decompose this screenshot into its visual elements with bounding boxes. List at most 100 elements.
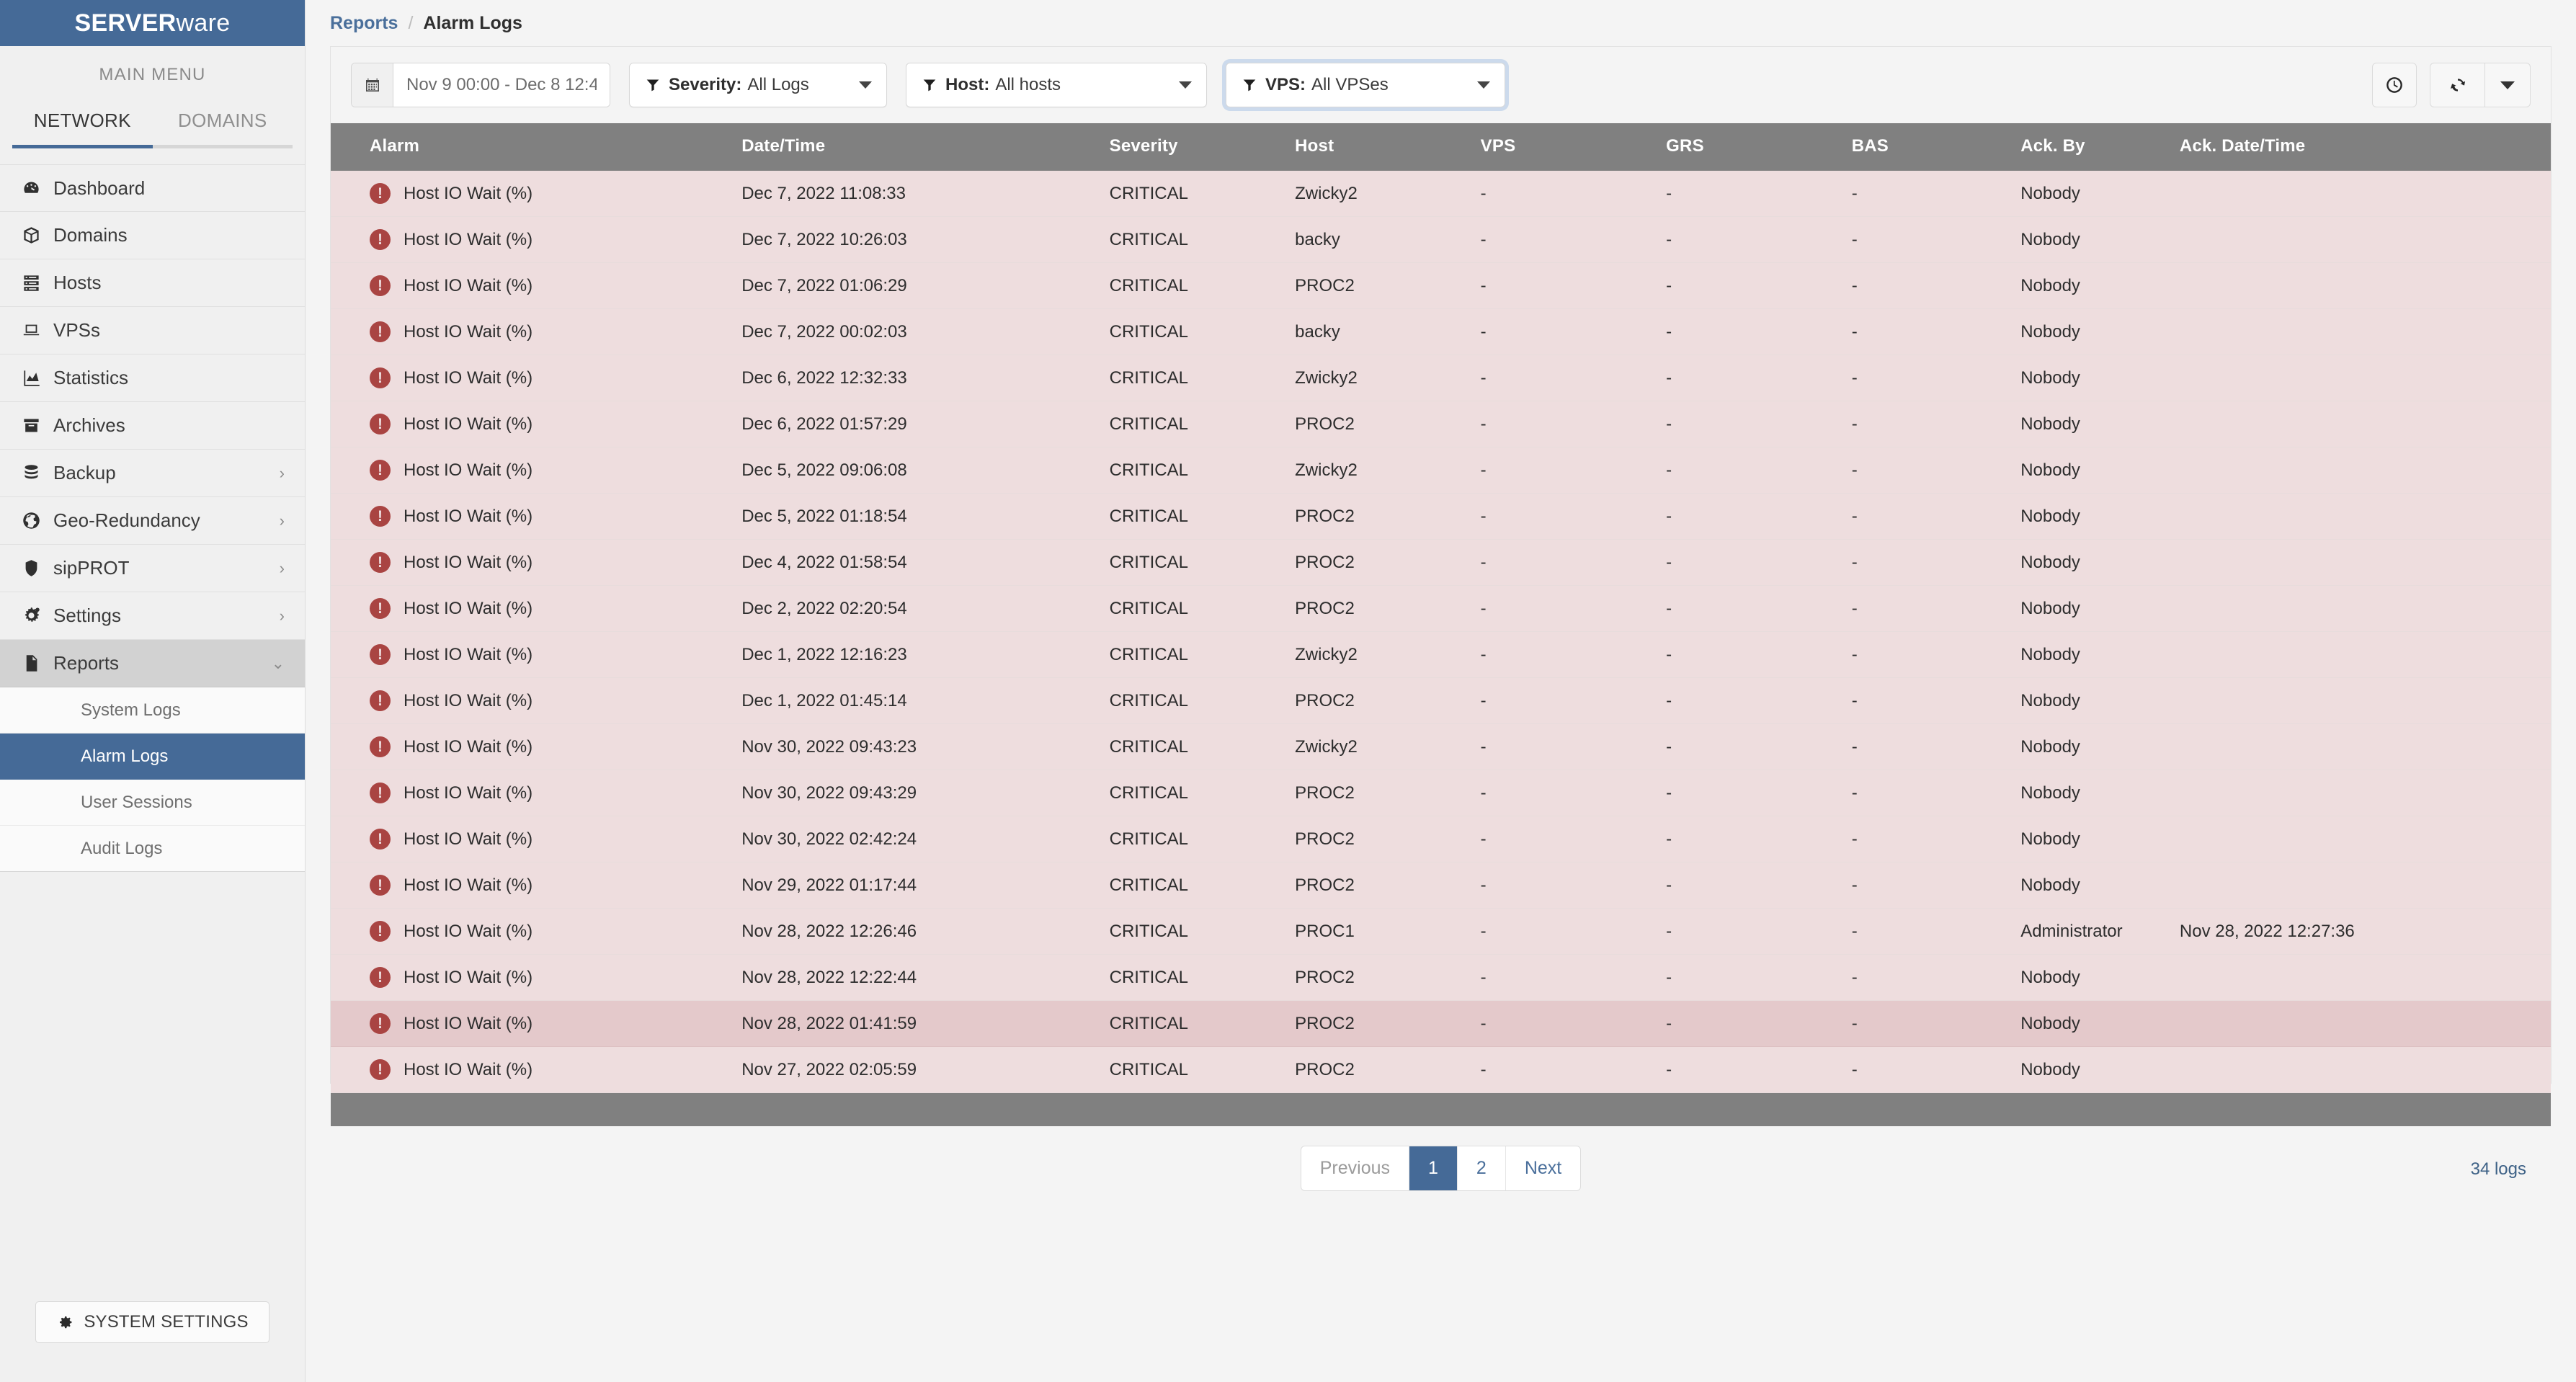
pagination-page-2[interactable]: 2: [1458, 1146, 1506, 1190]
log-count-label[interactable]: 34 logs: [2471, 1159, 2526, 1180]
critical-alert-icon: [370, 460, 391, 481]
cell-host: PROC2: [1295, 494, 1481, 540]
table-row[interactable]: Host IO Wait (%)Nov 28, 2022 01:41:59CRI…: [331, 1001, 2551, 1047]
table-row[interactable]: Host IO Wait (%)Dec 5, 2022 09:06:08CRIT…: [331, 447, 2551, 494]
cell-ack-datetime: [2180, 447, 2551, 494]
column-header-bas[interactable]: BAS: [1852, 123, 2021, 171]
brand-header[interactable]: SERVERware: [0, 0, 305, 46]
cell-host: PROC2: [1295, 1047, 1481, 1093]
sidebar-item-hosts[interactable]: Hosts: [0, 259, 305, 307]
refresh-button[interactable]: [2430, 63, 2485, 107]
table-row[interactable]: Host IO Wait (%)Dec 2, 2022 02:20:54CRIT…: [331, 586, 2551, 632]
cell-ack-by: Nobody: [2020, 447, 2180, 494]
table-row[interactable]: Host IO Wait (%)Nov 30, 2022 09:43:23CRI…: [331, 724, 2551, 770]
sidebar-item-vpss[interactable]: VPSs: [0, 307, 305, 355]
cell-bas: -: [1852, 263, 2021, 309]
cell-host: PROC2: [1295, 1001, 1481, 1047]
cell-alarm: Host IO Wait (%): [331, 217, 741, 263]
table-row[interactable]: Host IO Wait (%)Dec 4, 2022 01:58:54CRIT…: [331, 540, 2551, 586]
table-row[interactable]: Host IO Wait (%)Dec 6, 2022 12:32:33CRIT…: [331, 355, 2551, 401]
table-row[interactable]: Host IO Wait (%)Nov 30, 2022 02:42:24CRI…: [331, 816, 2551, 862]
cell-ack-by: Nobody: [2020, 770, 2180, 816]
table-row[interactable]: Host IO Wait (%)Nov 30, 2022 09:43:29CRI…: [331, 770, 2551, 816]
host-filter-dropdown[interactable]: Host: All hosts: [906, 63, 1207, 107]
sidebar-item-archives[interactable]: Archives: [0, 402, 305, 450]
column-header-alarm[interactable]: Alarm: [331, 123, 741, 171]
globe-icon: [22, 511, 53, 530]
cell-grs: -: [1666, 401, 1852, 447]
pagination-previous[interactable]: Previous: [1301, 1146, 1409, 1190]
cell-host: PROC1: [1295, 909, 1481, 955]
auto-refresh-interval-button[interactable]: [2372, 63, 2417, 107]
cell-severity: CRITICAL: [1110, 217, 1296, 263]
table-row[interactable]: Host IO Wait (%)Dec 1, 2022 01:45:14CRIT…: [331, 678, 2551, 724]
table-row[interactable]: Host IO Wait (%)Dec 6, 2022 01:57:29CRIT…: [331, 401, 2551, 447]
column-header-ack-datetime[interactable]: Ack. Date/Time: [2180, 123, 2551, 171]
tab-domains[interactable]: DOMAINS: [153, 98, 293, 145]
cell-grs: -: [1666, 678, 1852, 724]
column-header-datetime[interactable]: Date/Time: [741, 123, 1109, 171]
column-header-vps[interactable]: VPS: [1481, 123, 1667, 171]
sidebar-subitem-audit-logs[interactable]: Audit Logs: [0, 826, 305, 872]
sidebar-item-dashboard[interactable]: Dashboard: [0, 164, 305, 212]
pagination-next[interactable]: Next: [1506, 1146, 1580, 1190]
alarm-name: Host IO Wait (%): [404, 968, 532, 988]
sidebar-item-label: Reports: [53, 652, 272, 674]
column-header-grs[interactable]: GRS: [1666, 123, 1852, 171]
cell-grs: -: [1666, 217, 1852, 263]
table-row[interactable]: Host IO Wait (%)Dec 7, 2022 10:26:03CRIT…: [331, 217, 2551, 263]
tab-network[interactable]: NETWORK: [12, 98, 153, 145]
sidebar-item-reports[interactable]: Reports ⌄: [0, 640, 305, 687]
column-header-host[interactable]: Host: [1295, 123, 1481, 171]
table-row[interactable]: Host IO Wait (%)Dec 7, 2022 00:02:03CRIT…: [331, 309, 2551, 355]
sidebar-item-statistics[interactable]: Statistics: [0, 355, 305, 402]
toolbar-actions: [2372, 63, 2531, 107]
cell-ack-by: Nobody: [2020, 217, 2180, 263]
chevron-down-icon: [1179, 81, 1192, 89]
cell-ack-datetime: [2180, 309, 2551, 355]
system-settings-button[interactable]: SYSTEM SETTINGS: [35, 1301, 269, 1343]
column-header-severity[interactable]: Severity: [1110, 123, 1296, 171]
cell-ack-datetime: [2180, 770, 2551, 816]
alarm-name: Host IO Wait (%): [404, 553, 532, 573]
calendar-icon[interactable]: [352, 63, 393, 107]
pagination-page-1[interactable]: 1: [1409, 1146, 1458, 1190]
cell-alarm: Host IO Wait (%): [331, 447, 741, 494]
critical-alert-icon: [370, 275, 391, 296]
critical-alert-icon: [370, 875, 391, 896]
table-row[interactable]: Host IO Wait (%)Nov 28, 2022 12:22:44CRI…: [331, 955, 2551, 1001]
cell-severity: CRITICAL: [1110, 770, 1296, 816]
breadcrumb-link-reports[interactable]: Reports: [330, 13, 398, 34]
table-row[interactable]: Host IO Wait (%)Nov 28, 2022 12:26:46CRI…: [331, 909, 2551, 955]
file-text-icon: [22, 654, 53, 673]
sidebar-submenu-reports: System Logs Alarm Logs User Sessions Aud…: [0, 687, 305, 872]
main-menu-label: MAIN MENU: [0, 46, 305, 98]
sidebar-item-backup[interactable]: Backup ›: [0, 450, 305, 497]
cell-host: backy: [1295, 217, 1481, 263]
sidebar-item-domains[interactable]: Domains: [0, 212, 305, 259]
column-header-ack-by[interactable]: Ack. By: [2020, 123, 2180, 171]
sidebar-subitem-alarm-logs[interactable]: Alarm Logs: [0, 734, 305, 780]
table-row[interactable]: Host IO Wait (%)Dec 7, 2022 11:08:33CRIT…: [331, 171, 2551, 217]
cell-ack-by: Nobody: [2020, 309, 2180, 355]
sidebar-item-settings[interactable]: Settings ›: [0, 592, 305, 640]
cell-bas: -: [1852, 724, 2021, 770]
cell-ack-datetime: [2180, 217, 2551, 263]
cell-bas: -: [1852, 494, 2021, 540]
vps-filter-dropdown[interactable]: VPS: All VPSes: [1226, 63, 1505, 107]
cell-severity: CRITICAL: [1110, 586, 1296, 632]
table-row[interactable]: Host IO Wait (%)Dec 5, 2022 01:18:54CRIT…: [331, 494, 2551, 540]
table-row[interactable]: Host IO Wait (%)Dec 7, 2022 01:06:29CRIT…: [331, 263, 2551, 309]
date-range-picker[interactable]: [351, 63, 610, 107]
date-range-input[interactable]: [393, 63, 610, 107]
table-row[interactable]: Host IO Wait (%)Nov 27, 2022 02:05:59CRI…: [331, 1047, 2551, 1093]
sidebar-item-geo-redundancy[interactable]: Geo-Redundancy ›: [0, 497, 305, 545]
table-row[interactable]: Host IO Wait (%)Dec 1, 2022 12:16:23CRIT…: [331, 632, 2551, 678]
sidebar-subitem-user-sessions[interactable]: User Sessions: [0, 780, 305, 826]
cell-alarm: Host IO Wait (%): [331, 401, 741, 447]
sidebar-item-sipprot[interactable]: sipPROT ›: [0, 545, 305, 592]
sidebar-subitem-system-logs[interactable]: System Logs: [0, 687, 305, 734]
table-row[interactable]: Host IO Wait (%)Nov 29, 2022 01:17:44CRI…: [331, 862, 2551, 909]
refresh-options-button[interactable]: [2485, 63, 2530, 107]
severity-filter-dropdown[interactable]: Severity: All Logs: [629, 63, 887, 107]
